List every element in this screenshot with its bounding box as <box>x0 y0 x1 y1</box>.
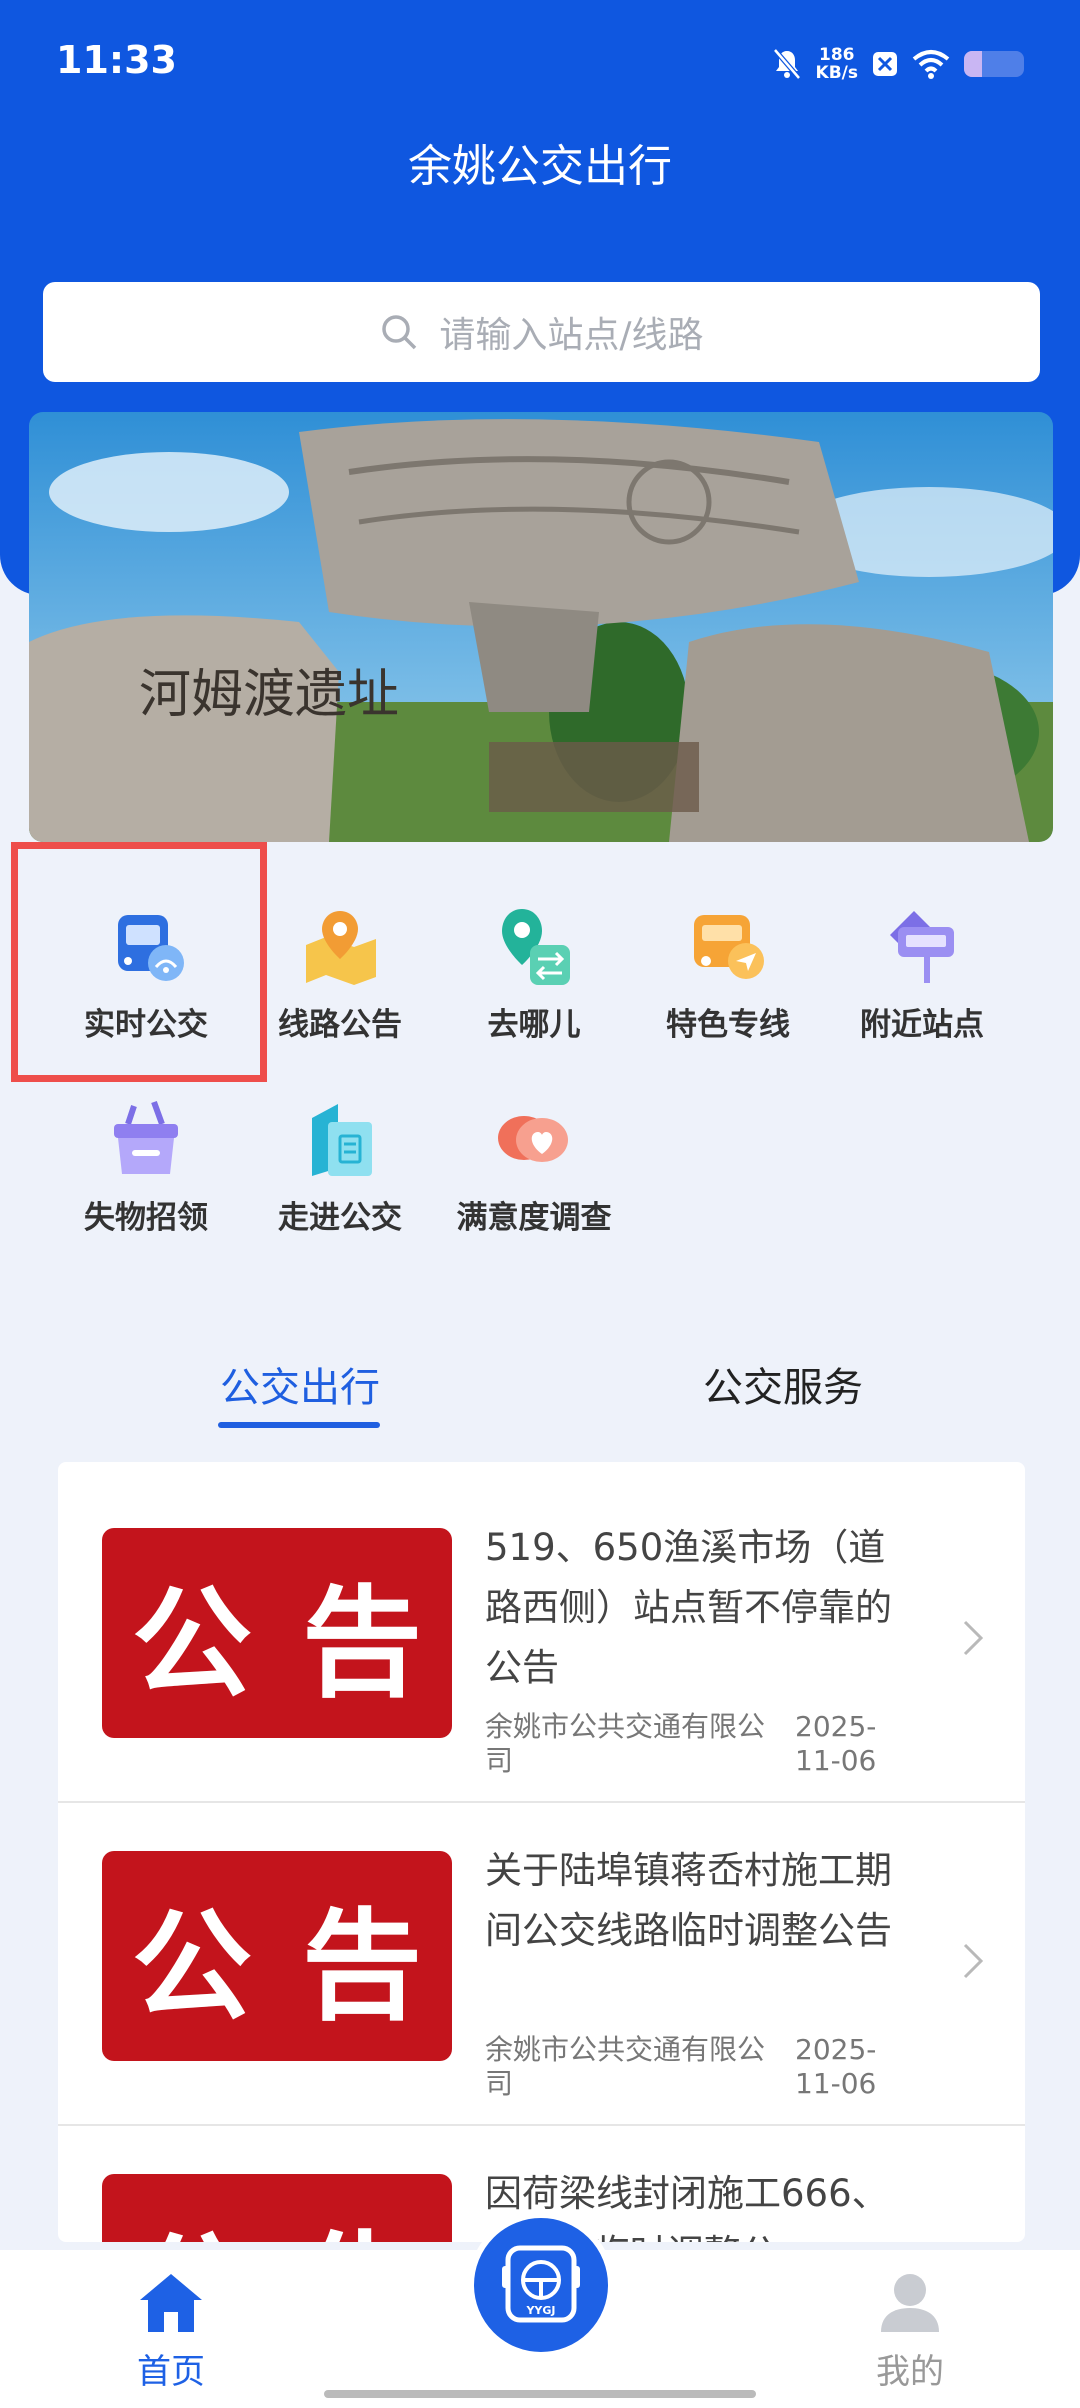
feature-route-notice[interactable]: 线路公告 <box>245 905 435 1044</box>
feature-special-line[interactable]: 特色专线 <box>633 905 823 1044</box>
about-bus-icon <box>312 1104 372 1176</box>
feature-label: 线路公告 <box>278 1007 402 1043</box>
feature-nearby-stop[interactable]: 附近站点 <box>827 905 1017 1044</box>
search-input[interactable]: 请输入站点/线路 <box>43 282 1040 382</box>
lost-found-icon <box>114 1100 178 1174</box>
mute-bell-icon <box>772 48 801 80</box>
battery-level <box>964 51 982 77</box>
x-app-icon <box>873 52 897 76</box>
special-line-icon <box>694 915 764 979</box>
nav-me[interactable]: 我的 <box>865 2270 955 2393</box>
feature-destination[interactable]: 去哪儿 <box>439 905 629 1044</box>
nav-home[interactable]: 首页 <box>126 2270 216 2393</box>
notice-list: 公 告 519、650渔溪市场（道路西侧）站点暂不停靠的公告 余姚市公共交通有限… <box>58 1462 1025 2242</box>
nav-home-label: 首页 <box>137 2352 205 2392</box>
home-indicator <box>324 2390 756 2398</box>
notice-org: 余姚市公共交通有限公司 <box>485 2033 766 2100</box>
banner-image[interactable]: 河姆渡遗址 <box>29 412 1053 842</box>
tab-bus-travel[interactable]: 公交出行 <box>220 1355 380 1413</box>
nav-me-label: 我的 <box>876 2352 944 2392</box>
notice-org: 余姚市公共交通有限公司 <box>485 1710 766 1777</box>
chevron-right-icon <box>963 1943 984 1979</box>
notice-date: 2025-11-06 <box>795 2033 877 2100</box>
banner-photo: 河姆渡遗址 <box>29 412 1053 842</box>
user-icon <box>881 2274 939 2332</box>
feature-survey[interactable]: 满意度调查 <box>439 1098 629 1237</box>
nearby-stop-icon <box>890 911 954 983</box>
network-speed: 186 KB/s <box>815 45 858 83</box>
tab-active-indicator <box>218 1422 380 1428</box>
route-map-icon <box>306 911 376 985</box>
survey-icon <box>498 1116 568 1162</box>
banner-carved-text: 河姆渡遗址 <box>139 665 399 725</box>
notice-meta: 余姚市公共交通有限公司 2025-11-06 <box>485 1710 915 1778</box>
list-item[interactable]: 公 告 519、650渔溪市场（道路西侧）站点暂不停靠的公告 余姚市公共交通有限… <box>58 1478 1025 1803</box>
wifi-icon <box>912 50 950 79</box>
status-bar: 11:33 186 KB/s <box>0 0 1080 125</box>
list-item[interactable]: 公 告 关于陆埠镇蒋岙村施工期间公交线路临时调整公告 余姚市公共交通有限公司 2… <box>58 1801 1025 2126</box>
home-icon <box>140 2274 202 2332</box>
highlight-box <box>11 842 267 1082</box>
status-time: 11:33 <box>56 38 177 82</box>
tab-bus-service[interactable]: 公交服务 <box>703 1355 863 1413</box>
feature-label: 附近站点 <box>860 1007 984 1043</box>
feature-about-bus[interactable]: 走进公交 <box>245 1098 435 1237</box>
battery-icon <box>964 51 1024 77</box>
notice-title: 519、650渔溪市场（道路西侧）站点暂不停靠的公告 <box>485 1526 892 1689</box>
notice-date: 2025-11-06 <box>795 1710 877 1777</box>
notice-meta: 余姚市公共交通有限公司 2025-11-06 <box>485 2033 915 2101</box>
notice-title: 关于陆埠镇蒋岙村施工期间公交线路临时调整公告 <box>485 1849 892 1952</box>
destination-icon <box>502 909 570 985</box>
notice-thumbnail: 公 告 <box>102 2174 452 2242</box>
search-placeholder: 请输入站点/线路 <box>439 315 704 356</box>
feature-label: 特色专线 <box>666 1007 790 1043</box>
center-badge-text: YYGJ <box>525 2304 555 2317</box>
search-icon <box>382 315 417 350</box>
feature-label: 失物招领 <box>84 1200 208 1236</box>
notice-thumbnail: 公 告 <box>102 1528 452 1738</box>
feature-label: 去哪儿 <box>487 1007 581 1043</box>
feature-label: 满意度调查 <box>456 1200 612 1236</box>
feature-lost-found[interactable]: 失物招领 <box>51 1098 241 1237</box>
bus-logo-icon: YYGJ <box>502 2245 580 2323</box>
center-bus-button[interactable]: YYGJ <box>468 2212 614 2358</box>
notice-thumbnail: 公 告 <box>102 1851 452 2061</box>
feature-label: 走进公交 <box>278 1200 402 1236</box>
page-title: 余姚公交出行 <box>408 141 672 192</box>
chevron-right-icon <box>963 1620 984 1656</box>
